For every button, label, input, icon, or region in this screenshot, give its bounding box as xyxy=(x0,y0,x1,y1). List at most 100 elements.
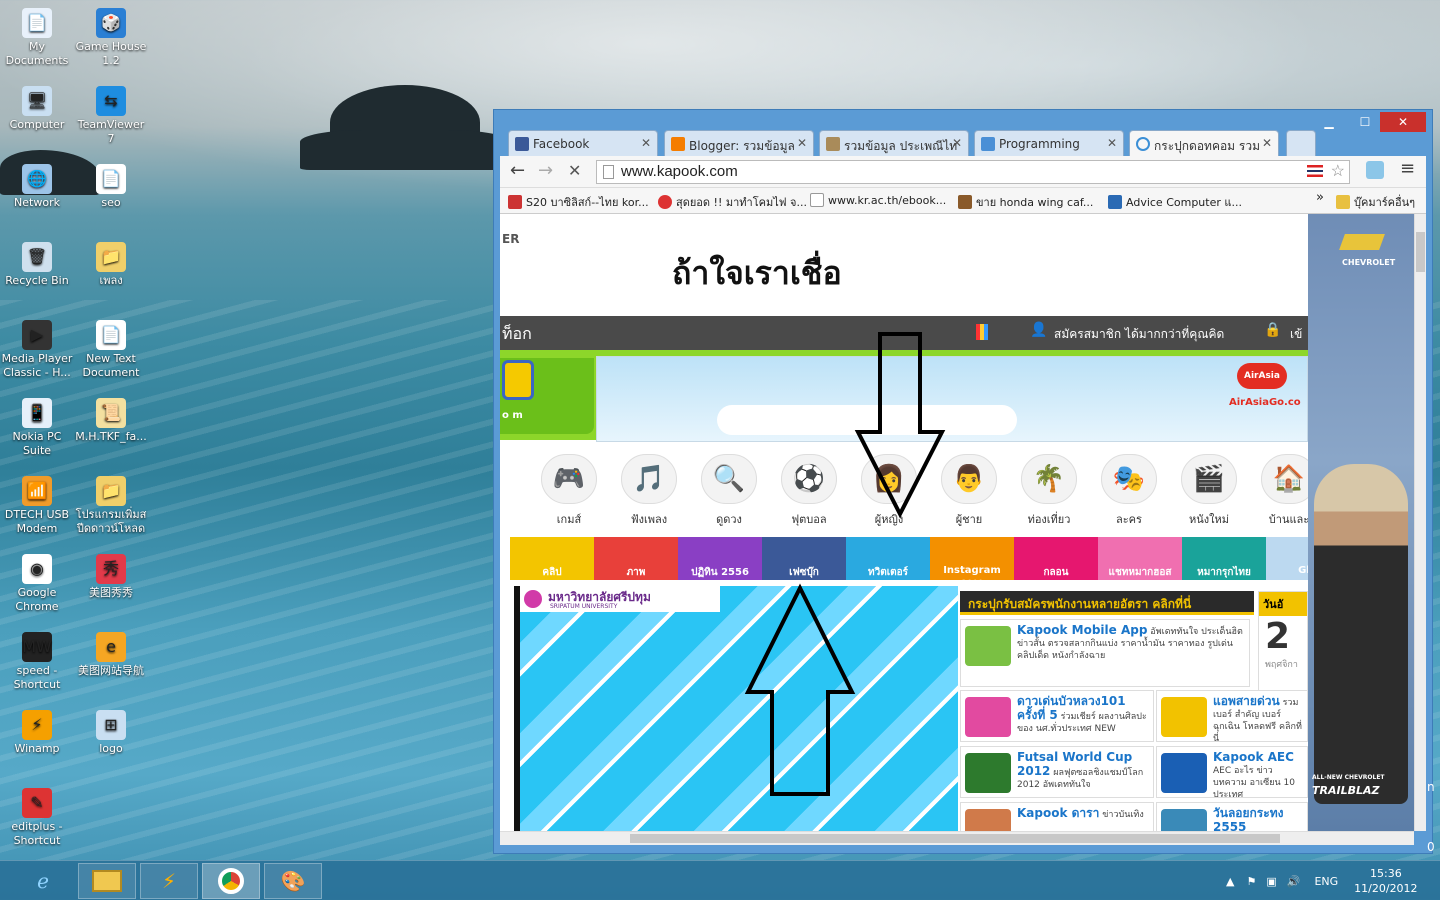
category-4[interactable]: ⚽ ฟุตบอล xyxy=(770,454,848,528)
menu-icon[interactable]: ≡ xyxy=(1400,158,1415,179)
desktop-icon[interactable]: 🌐 Network xyxy=(0,164,74,210)
scroll-thumb[interactable] xyxy=(1416,232,1425,272)
desktop-icon[interactable]: ⊞ logo xyxy=(74,710,148,756)
bookmark-item[interactable]: S20 บาซิลิสก์--ไทย kor... xyxy=(508,193,649,211)
tab-blogger[interactable]: Blogger: รวมข้อมูล ✕ xyxy=(664,130,814,156)
desktop-icon[interactable]: MW speed - Shortcut xyxy=(0,632,74,692)
category-9[interactable]: 🎬 หนังใหม่ xyxy=(1170,454,1248,528)
close-tab-icon[interactable]: ✕ xyxy=(1262,136,1272,150)
chrome-button[interactable] xyxy=(202,863,260,899)
desktop-icon[interactable]: 📜 M.H.TKF_fa... xyxy=(74,398,148,444)
news-item[interactable]: ดาวเด่นบัวหลวง101 ครั้งที่ 5 ร่วมเชียร์ … xyxy=(960,690,1154,742)
news-item[interactable]: Futsal World Cup 2012 ผลฟุตซอลชิงแชมป์โล… xyxy=(960,746,1154,798)
category-8[interactable]: 🎭 ละคร xyxy=(1090,454,1168,528)
scroll-thumb[interactable] xyxy=(630,834,1280,843)
address-bar[interactable]: www.kapook.com ☆ xyxy=(596,160,1350,184)
desktop-icon[interactable]: 秀美图秀秀 xyxy=(74,554,148,600)
desktop-icon[interactable]: 📄 seo xyxy=(74,164,148,210)
star-icon[interactable]: ☆ xyxy=(1331,161,1345,181)
desktop-icon[interactable]: ▶ Media Player Classic - H... xyxy=(0,320,74,380)
system-tray: ▲ ⚑ ▣ 🔊 ENG 15:36 11/20/2012 xyxy=(1226,861,1418,900)
close-tab-icon[interactable]: ✕ xyxy=(797,136,807,150)
desktop-icon[interactable]: 🎲 Game House 1.2 xyxy=(74,8,148,68)
strip-tile[interactable]: หมากรุกไทย xyxy=(1182,537,1266,580)
paint-button[interactable]: 🎨 xyxy=(264,863,322,899)
news-item[interactable]: Kapook Mobile App อัพเดททันใจ ประเด็นฮิต… xyxy=(960,619,1250,687)
stop-icon[interactable]: ✕ xyxy=(568,161,581,180)
tab-programming[interactable]: Programming ✕ xyxy=(974,130,1124,156)
explorer-button[interactable] xyxy=(78,863,136,899)
news-item[interactable]: Kapook ดารา ข่าวบันเทิง xyxy=(960,802,1154,831)
forward-icon[interactable]: → xyxy=(538,160,553,181)
strip-tile[interactable]: คลิป xyxy=(510,537,594,580)
category-1[interactable]: 🎮 เกมส์ xyxy=(530,454,608,528)
chevrolet-ad[interactable]: CHEVROLET ALL-NEW CHEVROLET TRAILBLAZ xyxy=(1308,214,1414,831)
bookmark-item[interactable]: Advice Computer แ... xyxy=(1108,193,1242,211)
nav-left-label[interactable]: ท็อก xyxy=(502,322,532,347)
network-icon[interactable]: ▣ xyxy=(1266,875,1276,888)
category-icon: ⚽ xyxy=(781,454,837,504)
minimize-button[interactable]: ▁ xyxy=(1316,112,1342,132)
close-tab-icon[interactable]: ✕ xyxy=(952,136,962,150)
bookmark-item[interactable]: www.kr.ac.th/ebook... xyxy=(810,193,946,207)
strip-tile[interactable]: แชทหมากฮอส xyxy=(1098,537,1182,580)
strip-tile[interactable]: ภาพ xyxy=(594,537,678,580)
desktop-icon[interactable]: ◉ Google Chrome xyxy=(0,554,74,614)
register-link[interactable]: สมัครสมาชิก ได้มากกว่าที่คุณคิด xyxy=(1054,325,1224,344)
job-banner[interactable]: กระปุกรับสมัครพนักงานหลายอัตรา คลิกที่นี… xyxy=(960,591,1254,615)
desktop-icon[interactable]: 📶 DTECH USB Modem xyxy=(0,476,74,536)
kapook-logo[interactable]: o m xyxy=(500,358,594,434)
vertical-scrollbar[interactable] xyxy=(1414,214,1426,831)
category-2[interactable]: 🎵 ฟังเพลง xyxy=(610,454,688,528)
bookmarks-overflow[interactable]: » xyxy=(1316,190,1324,205)
airasia-ad[interactable]: AirAsia AirAsiaGo.co xyxy=(596,356,1308,442)
news-item[interactable]: แอพสายด่วน รวมเบอร์ สำคัญ เบอร์ฉุกเฉิน โ… xyxy=(1156,690,1308,742)
desktop-icon[interactable]: 📄 My Documents xyxy=(0,8,74,68)
other-bookmarks[interactable]: บุ๊คมาร์คอื่นๆ xyxy=(1336,193,1415,211)
show-hidden-icon[interactable]: ▲ xyxy=(1226,875,1234,888)
strip-tile[interactable]: เฟซบุ๊ก xyxy=(762,537,846,580)
desktop-icon[interactable]: 📄 New Text Document xyxy=(74,320,148,380)
back-icon[interactable]: ← xyxy=(510,160,525,181)
bookmark-item[interactable]: ขาย honda wing caf... xyxy=(958,193,1093,211)
desktop-icon[interactable]: 📁 โปรแกรมเพิ่มสปีดดาวน์โหลด xyxy=(74,476,148,536)
news-item[interactable]: วันลอยกระทง 2555 xyxy=(1156,802,1308,831)
desktop-icon[interactable]: 🗑 Recycle Bin xyxy=(0,242,74,288)
category-3[interactable]: 🔍 ดูดวง xyxy=(690,454,768,528)
desktop-icon[interactable]: e 美图网站导航 xyxy=(74,632,148,678)
university-ad[interactable]: มหาวิทยาลัยศรีปทุม SRIPATUM UNIVERSITY xyxy=(514,586,958,831)
clock[interactable]: 15:36 11/20/2012 xyxy=(1354,866,1417,896)
strip-tile[interactable]: Instagram ดารา xyxy=(930,537,1014,589)
maximize-button[interactable]: ☐ xyxy=(1352,112,1378,132)
close-tab-icon[interactable]: ✕ xyxy=(1107,136,1117,150)
horizontal-scrollbar[interactable] xyxy=(500,831,1414,845)
category-5[interactable]: 👩 ผู้หญิง xyxy=(850,454,928,528)
category-6[interactable]: 👨 ผู้ชาย xyxy=(930,454,1008,528)
strip-tile[interactable]: ทวิตเตอร์ xyxy=(846,537,930,580)
new-tab-button[interactable] xyxy=(1286,130,1316,156)
category-7[interactable]: 🌴 ท่องเที่ยว xyxy=(1010,454,1088,528)
language-indicator[interactable]: ENG xyxy=(1314,875,1338,888)
desktop-icon[interactable]: ✎ editplus - Shortcut xyxy=(0,788,74,848)
extension-icon[interactable] xyxy=(1366,161,1384,179)
tab-facebook[interactable]: Facebook ✕ xyxy=(508,130,658,156)
bookmark-item[interactable]: สุดยอด !! มาทำโคมไฟ จ... xyxy=(658,193,807,211)
desktop-icon[interactable]: 📁 เพลง xyxy=(74,242,148,288)
close-tab-icon[interactable]: ✕ xyxy=(641,136,651,150)
ie-button[interactable]: ℯ xyxy=(14,863,72,899)
strip-tile[interactable]: กลอน xyxy=(1014,537,1098,580)
flag-icon[interactable]: ⚑ xyxy=(1246,875,1256,888)
desktop-icon[interactable]: ⚡ Winamp xyxy=(0,710,74,756)
chrome-window[interactable]: ▁ ☐ ✕ Facebook ✕ Blogger: รวมข้อมูล ✕ รวมข… xyxy=(493,109,1433,854)
login-link[interactable]: เข้ xyxy=(1290,325,1302,344)
news-item[interactable]: Kapook AEC AEC อะไร ข่าว บทความ อาเซียน … xyxy=(1156,746,1308,798)
tab-thai-tradition[interactable]: รวมข้อมูล ประเพณีไท ✕ xyxy=(819,130,969,156)
winamp-button[interactable]: ⚡ xyxy=(140,863,198,899)
desktop-icon[interactable]: ⇆ TeamViewer 7 xyxy=(74,86,148,146)
volume-icon[interactable]: 🔊 xyxy=(1287,875,1301,888)
strip-tile[interactable]: ปฏิทิน 2556 xyxy=(678,537,762,580)
tab-kapook[interactable]: กระปุกดอทคอม รวม ✕ xyxy=(1129,130,1279,156)
close-window-button[interactable]: ✕ xyxy=(1380,112,1426,132)
desktop-icon[interactable]: 📱 Nokia PC Suite xyxy=(0,398,74,458)
desktop-icon[interactable]: 🖥 Computer xyxy=(0,86,74,132)
